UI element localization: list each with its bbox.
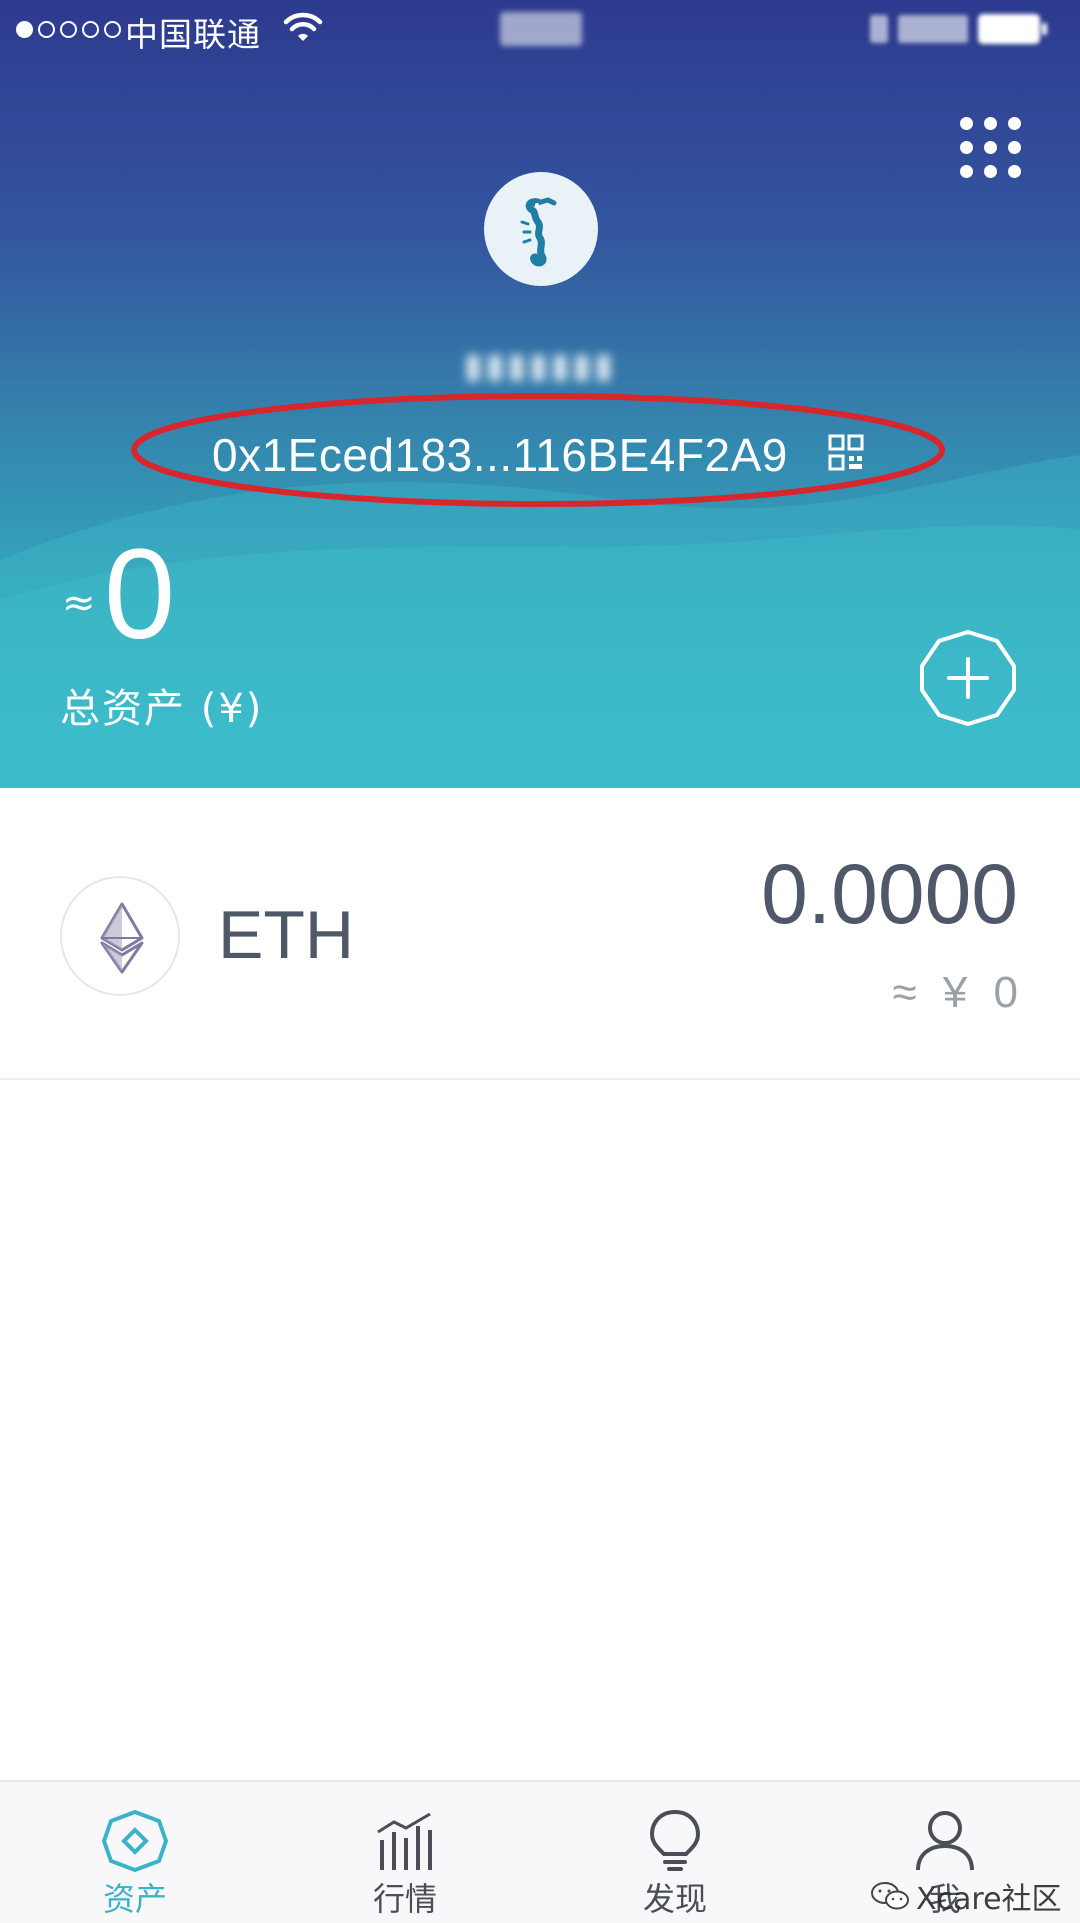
tab-market[interactable]: 行情 (305, 1782, 505, 1923)
signal-dot (60, 20, 77, 38)
tab-discover[interactable]: 发现 (575, 1782, 775, 1923)
lightbulb-icon (649, 1810, 701, 1871)
tab-assets[interactable]: 资产 (35, 1782, 235, 1923)
asset-row-eth[interactable]: ETH 0.0000 ≈ ¥ 0 (0, 788, 1080, 1080)
person-icon (916, 1811, 974, 1871)
watermark: Xcare社区 (870, 1874, 1062, 1918)
signal-dot (104, 20, 121, 38)
ethereum-icon (100, 902, 144, 974)
status-bar: 中国联通 (0, 0, 1080, 60)
seahorse-icon (520, 197, 557, 267)
status-right-icons (870, 12, 1065, 46)
tab-label: 行情 (372, 1880, 437, 1918)
signal-strength (16, 12, 121, 46)
wallet-address: 0x1Eced183...116BE4F2A9 (212, 429, 788, 481)
carrier-name: 中国联通 (125, 15, 261, 54)
total-assets-value: 0 (104, 523, 176, 666)
assets-diamond-icon (101, 1810, 169, 1872)
clock (500, 12, 582, 46)
token-balance: 0.0000 (761, 847, 1018, 941)
tab-label: 发现 (642, 1880, 707, 1918)
battery-percent (898, 15, 968, 43)
signal-dot (38, 20, 55, 38)
signal-dot (82, 20, 99, 38)
token-fiat-value: ≈ ¥ 0 (892, 968, 1018, 1017)
token-logo (60, 876, 180, 996)
total-assets-label: 总资产 (¥) (60, 686, 264, 732)
approx-symbol: ≈ (62, 580, 96, 626)
signal-dot (16, 20, 33, 38)
tab-label: 资产 (102, 1880, 167, 1918)
add-asset-button[interactable] (918, 628, 1018, 728)
grid-menu-icon[interactable] (960, 117, 1022, 179)
battery-icon (978, 14, 1047, 44)
wallet-header: 中国联通 ▮▮▮▮▮▮▮ 0x1Eced183...116BE4F2A9 ≈ 0… (0, 0, 1080, 788)
wechat-icon (871, 1882, 909, 1910)
qr-code-icon[interactable] (828, 434, 864, 474)
wallet-name: ▮▮▮▮▮▮▮ (464, 346, 616, 386)
watermark-text: Xcare社区 (916, 1882, 1062, 1917)
wallet-avatar[interactable] (484, 172, 598, 286)
wifi-icon (283, 12, 323, 41)
token-symbol: ETH (218, 897, 354, 973)
location-icon (870, 15, 888, 43)
market-chart-icon (377, 1812, 432, 1870)
wallet-address-row[interactable]: 0x1Eced183...116BE4F2A9 (0, 420, 1080, 490)
